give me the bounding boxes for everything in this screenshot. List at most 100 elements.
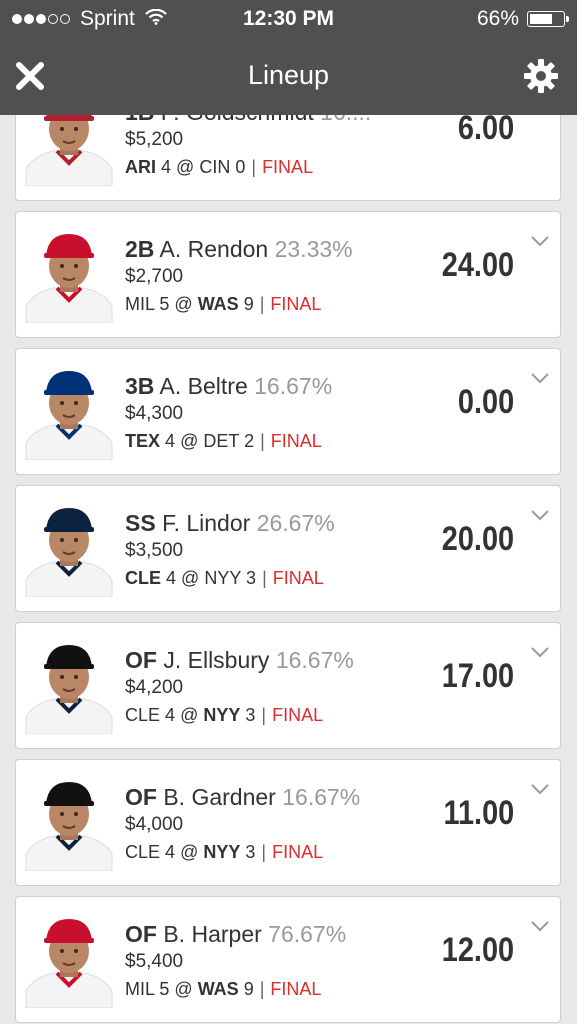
away-team: MIL [125,979,155,999]
chevron-down-icon[interactable] [530,234,550,248]
home-score: 9 [243,979,254,999]
ownership-percent: 16.67% [254,373,333,399]
player-avatar [24,774,114,871]
home-score: 0 [235,157,246,177]
game-status: FINAL [262,157,314,177]
game-info: CLE 4 @ NYY 3 | FINAL [125,705,354,726]
game-status: FINAL [270,979,322,999]
player-line: OF J. Ellsbury 16.67% [125,647,354,674]
divider: | [261,842,267,862]
ownership-percent: 23.33% [274,236,353,262]
player-card[interactable]: SS F. Lindor 26.67% $3,500 CLE 4 @ NYY 3… [15,485,561,612]
chevron-down-icon[interactable] [530,919,550,933]
player-name[interactable]: J. Ellsbury [163,647,269,673]
game-status: FINAL [272,568,324,588]
home-score: 9 [243,294,254,314]
chevron-down-icon[interactable] [530,645,550,659]
at-sign: @ [180,705,199,725]
game-status: FINAL [272,705,324,725]
game-info: CLE 4 @ NYY 3 | FINAL [125,568,335,589]
home-team: WAS [197,294,239,314]
at-sign: @ [174,294,193,314]
home-score: 2 [244,431,255,451]
player-line: OF B. Gardner 16.67% [125,784,360,811]
player-position: 3B [125,373,155,399]
ownership-percent: 26.67% [256,510,335,536]
at-sign: @ [174,979,193,999]
player-name[interactable]: B. Harper [163,921,261,947]
player-position: OF [125,784,157,810]
player-line: 2B A. Rendon 23.33% [125,236,353,263]
player-card[interactable]: 2B A. Rendon 23.33% $2,700 MIL 5 @ WAS 9… [15,211,561,338]
player-salary: $5,200 [125,129,184,150]
battery-icon [527,11,569,27]
player-avatar [24,637,114,734]
player-card[interactable]: OF B. Harper 76.67% $5,400 MIL 5 @ WAS 9… [15,896,561,1023]
fantasy-points: 17.00 [441,657,514,695]
player-name[interactable]: B. Gardner [163,784,276,810]
player-card[interactable]: 3B A. Beltre 16.67% $4,300 TEX 4 @ DET 2… [15,348,561,475]
page-title: Lineup [247,60,330,90]
home-score: 3 [246,568,257,588]
away-score: 5 [159,294,170,314]
player-position: 2B [125,236,155,262]
player-position: SS [125,510,156,536]
away-score: 4 [166,568,177,588]
chevron-down-icon[interactable] [530,371,550,385]
game-status: FINAL [270,294,322,314]
home-team: WAS [197,979,239,999]
away-team: CLE [125,842,161,862]
divider: | [259,294,265,314]
player-name[interactable]: F. Lindor [162,510,250,536]
home-team: NYY [204,568,242,588]
away-team: ARI [125,157,156,177]
home-score: 3 [245,705,256,725]
home-team: DET [203,431,240,451]
at-sign: @ [180,842,199,862]
at-sign: @ [176,157,195,177]
fantasy-points: 11.00 [443,794,514,832]
away-team: TEX [125,431,161,451]
top-bar: Sprint 12:30 PM 66% Lineup [0,0,577,115]
player-line: SS F. Lindor 26.67% [125,510,335,537]
away-team: CLE [125,705,161,725]
chevron-down-icon[interactable] [530,508,550,522]
player-salary: $4,200 [125,677,184,698]
player-card[interactable]: OF J. Ellsbury 16.67% $4,200 CLE 4 @ NYY… [15,622,561,749]
player-position: OF [125,647,157,673]
game-status: FINAL [272,842,324,862]
player-position: OF [125,921,157,947]
chevron-down-icon[interactable] [530,782,550,796]
player-salary: $2,700 [125,266,184,287]
ownership-percent: 16.67% [282,784,361,810]
player-salary: $5,400 [125,951,184,972]
player-line: OF B. Harper 76.67% [125,921,346,948]
away-score: 4 [165,431,176,451]
away-team: CLE [125,568,161,588]
away-score: 4 [161,157,172,177]
at-sign: @ [180,431,199,451]
player-salary: $4,000 [125,814,184,835]
player-salary: $4,300 [125,403,184,424]
home-team: CIN [199,157,231,177]
game-info: CLE 4 @ NYY 3 | FINAL [125,842,360,863]
ownership-percent: 16.67% [275,647,354,673]
status-bar: Sprint 12:30 PM 66% [0,0,577,38]
battery-percent: 66% [476,7,519,30]
gear-icon[interactable] [523,58,559,94]
fantasy-points: 12.00 [441,931,514,969]
game-info: ARI 4 @ CIN 0 | FINAL [125,157,371,178]
game-info: TEX 4 @ DET 2 | FINAL [125,431,332,452]
player-line: 3B A. Beltre 16.67% [125,373,332,400]
game-info: MIL 5 @ WAS 9 | FINAL [125,294,353,315]
player-avatar [24,911,114,1008]
divider: | [259,979,265,999]
divider: | [262,568,267,588]
player-card[interactable]: OF B. Gardner 16.67% $4,000 CLE 4 @ NYY … [15,759,561,886]
player-name[interactable]: A. Rendon [160,236,269,262]
at-sign: @ [181,568,200,588]
away-score: 4 [165,842,176,862]
divider: | [251,157,257,177]
player-name[interactable]: A. Beltre [160,373,248,399]
player-avatar [24,226,114,323]
